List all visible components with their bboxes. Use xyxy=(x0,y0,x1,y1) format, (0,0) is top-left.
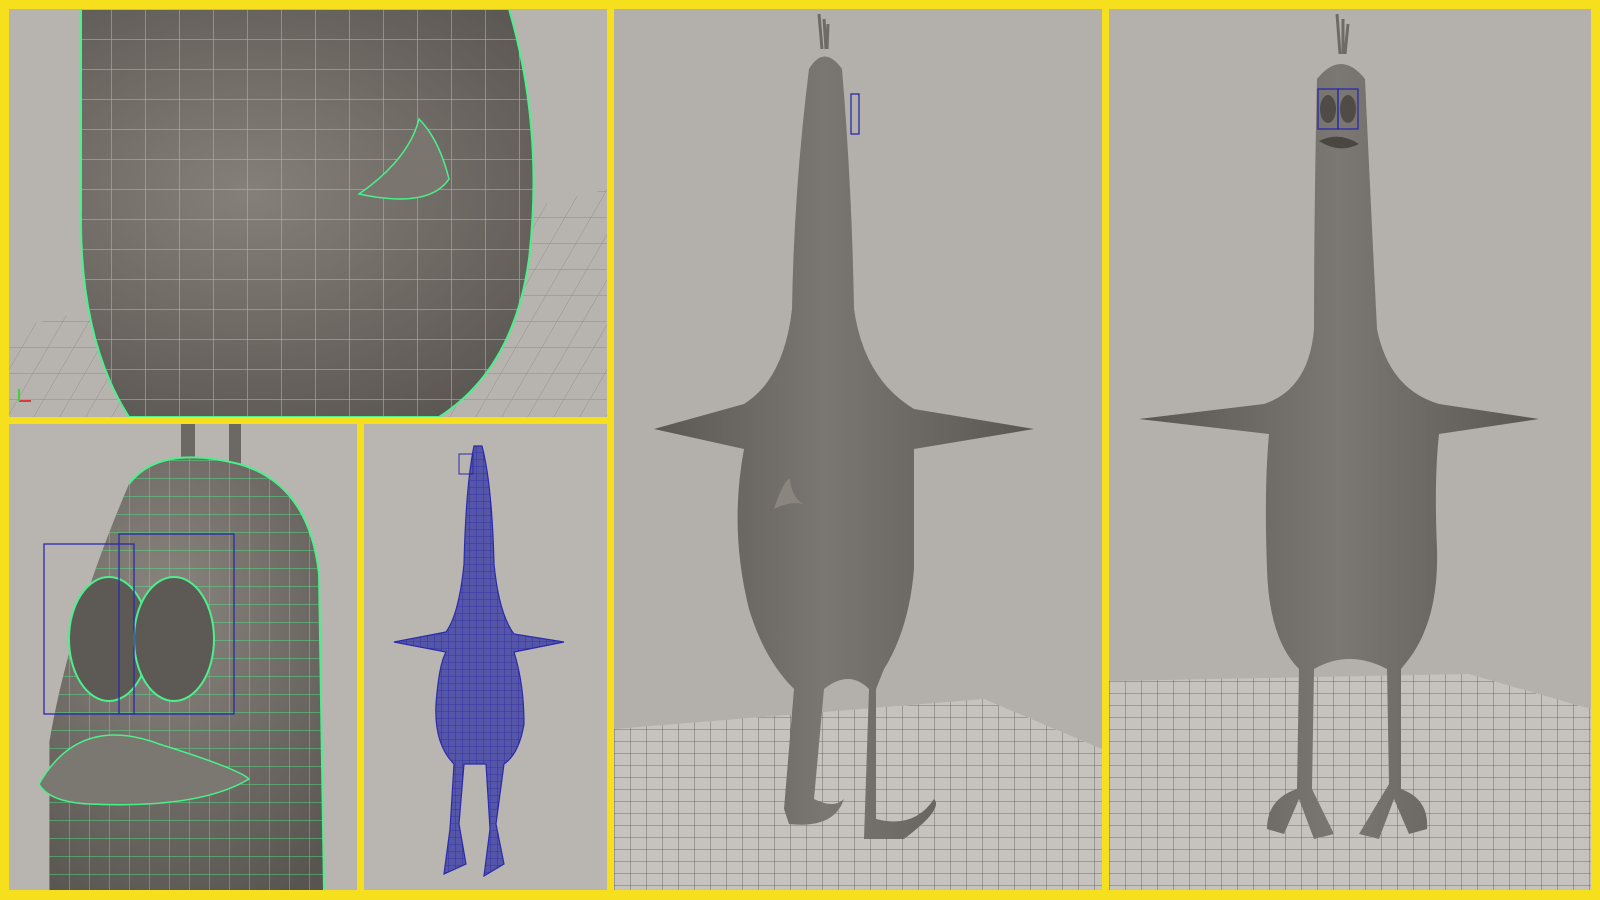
viewport-head-closeup[interactable] xyxy=(9,424,357,890)
viewport-perspective-three-quarter[interactable] xyxy=(614,9,1102,890)
render-collage xyxy=(0,0,1600,900)
viewport-full-body-selected[interactable] xyxy=(364,424,607,890)
full-body-selected-svg xyxy=(364,424,607,890)
viewport-perspective-front[interactable] xyxy=(1109,9,1591,890)
right-eye xyxy=(1340,95,1356,123)
right-eye xyxy=(133,576,215,702)
floor-grid xyxy=(614,699,1102,890)
left-eye xyxy=(1320,95,1336,123)
body-closeup-svg xyxy=(9,9,607,417)
head-closeup-svg xyxy=(9,424,357,890)
perspective-three-quarter-svg xyxy=(614,9,1102,890)
perspective-front-svg xyxy=(1109,9,1591,890)
floor-grid xyxy=(1109,674,1591,890)
viewport-body-closeup[interactable] xyxy=(9,9,607,417)
